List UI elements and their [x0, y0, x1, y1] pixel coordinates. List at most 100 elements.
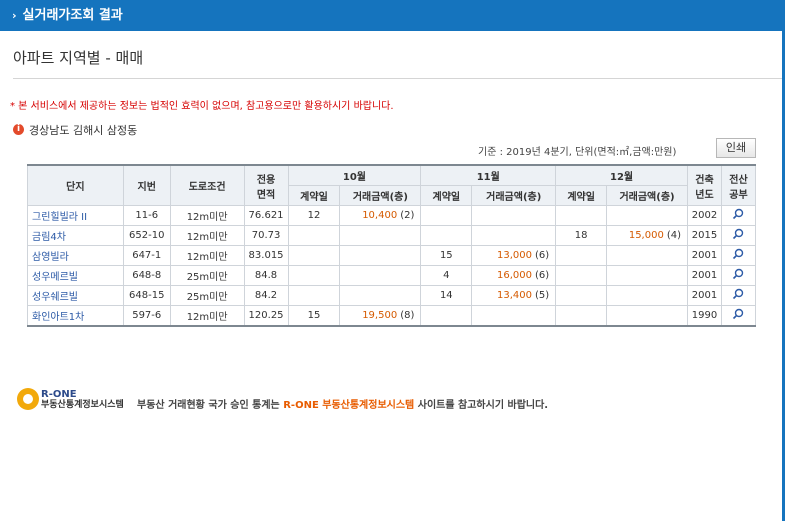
contract-day — [555, 245, 608, 266]
deal-floor: (8) — [400, 310, 415, 321]
contract-day — [420, 205, 473, 226]
lot-number: 11-6 — [122, 205, 171, 226]
deal-price: 15,000 — [628, 230, 664, 241]
deal-amount-cell — [339, 265, 422, 286]
complex-name[interactable]: 그린힐빌라 II — [27, 205, 124, 226]
divider — [13, 78, 782, 79]
complex-name[interactable]: 성우쉐르빌 — [27, 285, 124, 306]
deal-amount-cell: 16,000 (6) — [471, 265, 557, 286]
header-ledger: 전산 공부 — [720, 164, 757, 206]
header-contract-day: 계약일 — [287, 185, 341, 206]
exclusive-area: 84.8 — [243, 265, 289, 286]
complex-name[interactable]: 성우메르빌 — [27, 265, 124, 286]
complex-name[interactable]: 삼영빌라 — [27, 245, 124, 266]
deal-amount-cell: 19,500 (8) — [339, 305, 422, 327]
r-one-message-before: 부동산 거래현황 국가 승인 통계는 — [137, 400, 284, 411]
ledger-cell — [720, 285, 757, 306]
transaction-table: 단지 지번 도로조건 전용 면적 10월 11월 12월 건축 년도 전산 공부… — [27, 164, 757, 327]
ledger-cell — [720, 265, 757, 286]
deal-floor: (6) — [535, 250, 550, 261]
r-one-logo-top: R-ONE — [41, 389, 77, 400]
header-contract-day: 계약일 — [555, 185, 608, 206]
deal-amount-cell — [339, 225, 422, 246]
basis-label: 기준 : 2019년 4분기, 단위(면적:㎡,금액:만원) — [478, 147, 677, 158]
complex-name[interactable]: 화인아트1차 — [27, 305, 124, 327]
result-header-bar: › 실거래가조회 결과 — [0, 0, 784, 31]
built-year: 2001 — [687, 245, 722, 266]
exclusive-area: 70.73 — [243, 225, 289, 246]
deal-floor: (5) — [535, 290, 550, 301]
contract-day — [555, 205, 608, 226]
contract-day — [420, 305, 473, 327]
deal-amount-cell — [606, 205, 688, 226]
contract-day: 12 — [287, 205, 341, 226]
r-one-link[interactable]: R-ONE 부동산통계정보시스템 — [283, 400, 414, 411]
built-year: 2001 — [687, 265, 722, 286]
contract-day: 15 — [420, 245, 473, 266]
road-condition: 12m미만 — [169, 205, 245, 226]
contract-day — [287, 245, 341, 266]
built-year: 1990 — [687, 305, 722, 327]
header-built-year: 건축 년도 — [687, 164, 722, 206]
header-amount: 거래금액(층) — [339, 185, 422, 206]
magnifier-icon[interactable] — [732, 288, 744, 303]
table-row: 화인아트1차 597-6 12m미만 120.25 15 19,500 (8) 1990 — [27, 305, 757, 327]
deal-amount-cell: 13,400 (5) — [471, 285, 557, 306]
ledger-cell — [720, 225, 757, 246]
header-amount: 거래금액(층) — [606, 185, 688, 206]
road-condition: 25m미만 — [169, 265, 245, 286]
road-condition: 12m미만 — [169, 225, 245, 246]
exclusive-area: 76.621 — [243, 205, 289, 226]
contract-day — [555, 305, 608, 327]
deal-price: 16,000 — [497, 270, 532, 281]
r-one-message: 부동산 거래현황 국가 승인 통계는 R-ONE 부동산통계정보시스템 사이트를… — [137, 396, 548, 411]
deal-amount-cell — [339, 245, 422, 266]
exclusive-area: 84.2 — [243, 285, 289, 306]
r-one-message-after: 사이트를 참고하시기 바랍니다. — [414, 400, 549, 411]
deal-amount-cell — [606, 245, 688, 266]
header-month-10: 10월 — [287, 164, 422, 186]
header-title: 실거래가조회 결과 — [22, 8, 123, 23]
contract-day — [420, 225, 473, 246]
lot-number: 597-6 — [122, 305, 171, 327]
page-title: 아파트 지역별 - 매매 — [13, 49, 144, 67]
deal-amount-cell — [606, 305, 688, 327]
deal-amount-cell: 10,400 (2) — [339, 205, 422, 226]
contract-day: 18 — [555, 225, 608, 246]
deal-amount-cell — [471, 225, 557, 246]
right-border — [782, 0, 785, 521]
magnifier-icon[interactable] — [732, 228, 744, 243]
deal-floor: (4) — [666, 230, 681, 241]
header-lot: 지번 — [122, 164, 171, 206]
arrow-icon: › — [12, 9, 17, 22]
complex-name[interactable]: 금림4차 — [27, 225, 124, 246]
deal-price: 10,400 — [362, 210, 398, 221]
lot-number: 648-8 — [122, 265, 171, 286]
lot-number: 652-10 — [122, 225, 171, 246]
header-complex: 단지 — [27, 164, 124, 206]
lot-number: 647-1 — [122, 245, 171, 266]
road-condition: 12m미만 — [169, 305, 245, 327]
exclusive-area: 83.015 — [243, 245, 289, 266]
lot-number: 648-15 — [122, 285, 171, 306]
deal-floor: (6) — [535, 270, 550, 281]
print-button[interactable]: 인쇄 — [716, 138, 756, 158]
deal-amount-cell: 13,000 (6) — [471, 245, 557, 266]
table-row: 성우쉐르빌 648-15 25m미만 84.2 14 13,400 (5) 2001 — [27, 285, 757, 306]
header-contract-day: 계약일 — [420, 185, 473, 206]
magnifier-icon[interactable] — [732, 268, 744, 283]
contract-day — [287, 225, 341, 246]
built-year: 2015 — [687, 225, 722, 246]
r-one-logo-text[interactable]: R-ONE 부동산통계정보시스템 — [41, 389, 124, 411]
contract-day: 15 — [287, 305, 341, 327]
deal-amount-cell — [606, 265, 688, 286]
magnifier-icon[interactable] — [732, 308, 744, 323]
magnifier-icon[interactable] — [732, 208, 744, 223]
deal-price: 13,000 — [497, 250, 532, 261]
deal-floor: (2) — [400, 210, 415, 221]
table-row: 성우메르빌 648-8 25m미만 84.8 4 16,000 (6) 2001 — [27, 265, 757, 286]
r-one-logo[interactable] — [17, 388, 39, 410]
r-one-logo-bottom: 부동산통계정보시스템 — [41, 400, 124, 410]
magnifier-icon[interactable] — [732, 248, 744, 263]
ledger-cell — [720, 305, 757, 327]
